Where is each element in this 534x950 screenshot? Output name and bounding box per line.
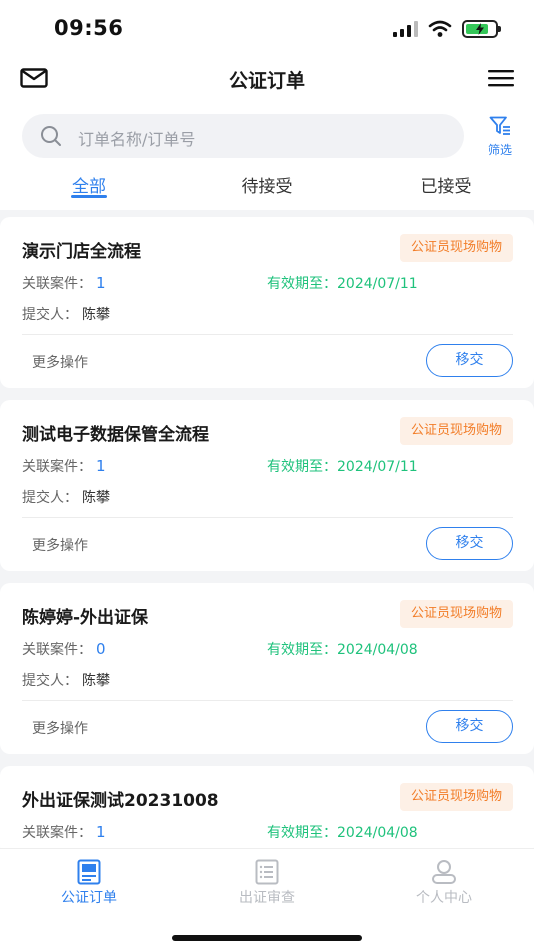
battery-icon <box>462 20 501 38</box>
order-type-badge: 公证员现场购物 <box>399 417 513 445</box>
list-icon <box>255 859 279 885</box>
valid-until: 有效期至：2024/07/11 <box>267 459 418 475</box>
related-cases: 关联案件： 0 <box>22 640 106 658</box>
submitter: 提交人： 陈攀 <box>22 673 110 689</box>
tab-accepted[interactable]: 已接受 <box>412 172 480 197</box>
order-tabs: 全部 待接受 已接受 <box>0 168 534 204</box>
nav-label: 公证订单 <box>61 890 117 906</box>
submitter: 提交人： 陈攀 <box>22 307 110 323</box>
related-cases: 关联案件： 1 <box>22 274 106 292</box>
wifi-icon <box>428 20 452 37</box>
related-cases-count[interactable]: 1 <box>96 274 106 292</box>
home-indicator <box>172 935 362 941</box>
status-icons <box>393 20 501 38</box>
card-divider <box>22 334 513 335</box>
status-bar: 09:56 <box>0 0 534 58</box>
valid-until: 有效期至：2024/07/11 <box>267 276 418 292</box>
related-cases-count[interactable]: 1 <box>96 457 106 475</box>
card-divider <box>22 517 513 518</box>
more-actions-button[interactable]: 更多操作 <box>32 352 88 372</box>
nav-item-certificate-review[interactable]: 出证审查 <box>207 859 327 907</box>
more-actions-button[interactable]: 更多操作 <box>32 535 88 555</box>
order-card[interactable]: 测试电子数据保管全流程 公证员现场购物 关联案件： 1 有效期至：2024/07/… <box>0 400 534 571</box>
nav-item-personal-center[interactable]: 个人中心 <box>384 859 504 907</box>
nav-bar: 公证订单 <box>0 58 534 100</box>
signal-icon <box>393 21 418 37</box>
order-type-badge: 公证员现场购物 <box>399 783 513 811</box>
transfer-button[interactable]: 移交 <box>426 710 513 743</box>
nav-label: 个人中心 <box>416 890 472 906</box>
document-icon <box>77 859 101 885</box>
order-card[interactable]: 外出证保测试20231008 公证员现场购物 关联案件： 1 有效期至：2024/… <box>0 766 534 856</box>
order-card[interactable]: 陈婷婷-外出证保 公证员现场购物 关联案件： 0 有效期至：2024/04/08 … <box>0 583 534 754</box>
order-title: 外出证保测试20231008 <box>22 791 219 811</box>
tab-all[interactable]: 全部 <box>69 172 109 197</box>
filter-icon <box>489 116 510 135</box>
search-placeholder: 订单名称/订单号 <box>78 130 196 149</box>
submitter: 提交人： 陈攀 <box>22 490 110 506</box>
related-cases: 关联案件： 1 <box>22 457 106 475</box>
tab-pending[interactable]: 待接受 <box>233 172 301 197</box>
more-actions-button[interactable]: 更多操作 <box>32 718 88 738</box>
nav-item-notary-orders[interactable]: 公证订单 <box>29 859 149 907</box>
status-time: 09:56 <box>54 16 124 40</box>
menu-icon[interactable] <box>488 68 514 88</box>
related-cases-count[interactable]: 0 <box>96 640 106 658</box>
transfer-button[interactable]: 移交 <box>426 344 513 377</box>
card-divider <box>22 700 513 701</box>
search-icon <box>41 126 61 146</box>
filter-label: 筛选 <box>487 143 512 157</box>
valid-until: 有效期至：2024/04/08 <box>267 642 418 658</box>
related-cases: 关联案件： 1 <box>22 823 106 841</box>
nav-label: 出证审查 <box>239 890 295 906</box>
user-icon <box>432 860 456 884</box>
order-title: 演示门店全流程 <box>22 242 141 262</box>
order-title: 测试电子数据保管全流程 <box>22 425 209 445</box>
related-cases-count[interactable]: 1 <box>96 823 106 841</box>
search-input[interactable]: 订单名称/订单号 <box>22 114 464 158</box>
order-title: 陈婷婷-外出证保 <box>22 608 149 628</box>
order-type-badge: 公证员现场购物 <box>399 600 513 628</box>
filter-button[interactable]: 筛选 <box>480 116 520 158</box>
order-card[interactable]: 演示门店全流程 公证员现场购物 关联案件： 1 有效期至：2024/07/11 提… <box>0 217 534 388</box>
transfer-button[interactable]: 移交 <box>426 527 513 560</box>
valid-until: 有效期至：2024/04/08 <box>267 825 418 841</box>
page-title: 公证订单 <box>228 70 305 92</box>
active-tab-underline <box>71 195 107 198</box>
order-type-badge: 公证员现场购物 <box>399 234 513 262</box>
